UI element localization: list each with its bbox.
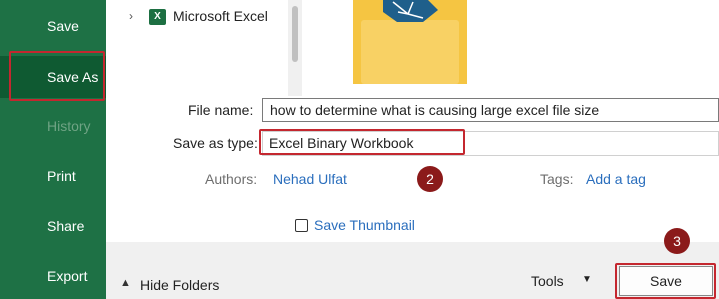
nav-item-history: History xyxy=(47,118,91,134)
save-button-highlight-box xyxy=(615,263,716,299)
savetype-label: Save as type: xyxy=(173,135,258,151)
tools-dropdown[interactable]: Tools xyxy=(531,273,564,289)
authors-label: Authors: xyxy=(205,171,258,187)
chevron-right-icon[interactable]: › xyxy=(124,9,138,23)
save-as-highlight-box xyxy=(9,51,105,101)
filename-input[interactable]: how to determine what is causing large e… xyxy=(262,98,719,122)
nav-item-save[interactable]: Save xyxy=(0,6,106,46)
chevron-up-icon[interactable]: ▲ xyxy=(120,277,131,289)
nav-item-share[interactable]: Share xyxy=(0,206,106,246)
tree-item-microsoft-excel[interactable]: Microsoft Excel xyxy=(173,8,268,24)
save-thumbnail-label[interactable]: Save Thumbnail xyxy=(314,217,415,233)
tree-scrollbar-thumb[interactable] xyxy=(292,6,298,62)
step-badge-3: 3 xyxy=(664,228,690,254)
excel-icon: X xyxy=(149,9,166,25)
tags-label: Tags: xyxy=(540,171,574,187)
save-thumbnail-checkbox[interactable] xyxy=(295,219,308,232)
tags-value[interactable]: Add a tag xyxy=(586,171,646,187)
savetype-highlight-box xyxy=(259,129,465,155)
nav-item-export[interactable]: Export xyxy=(0,256,106,296)
filename-label: File name: xyxy=(188,102,254,118)
backstage-nav: Save Save As History Print Share Export xyxy=(0,0,106,299)
step-badge-2: 2 xyxy=(417,166,443,192)
folder-icon xyxy=(353,0,467,84)
hide-folders-button[interactable]: Hide Folders xyxy=(140,277,219,293)
authors-value[interactable]: Nehad Ulfat xyxy=(273,171,347,187)
caret-down-icon[interactable]: ▼ xyxy=(582,274,592,285)
nav-item-print[interactable]: Print xyxy=(0,156,106,196)
